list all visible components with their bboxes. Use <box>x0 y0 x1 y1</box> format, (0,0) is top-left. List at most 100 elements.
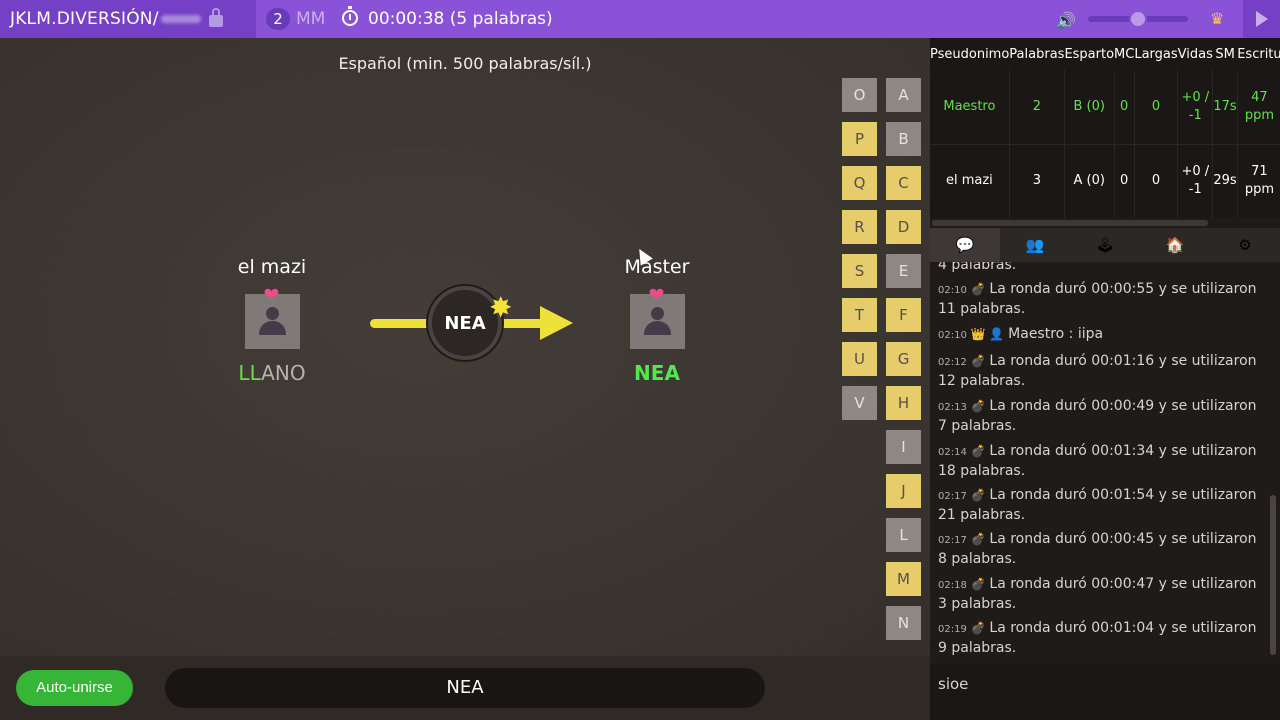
table-cell: 17s <box>1212 70 1238 144</box>
avatar: ❤ <box>629 285 685 349</box>
letter-tile-r: R <box>842 210 877 244</box>
bomb-icon: 💣 <box>966 621 990 635</box>
column-header[interactable]: SM <box>1213 38 1237 70</box>
player-name: el mazi <box>237 256 307 278</box>
player-word: LLANO <box>222 361 322 387</box>
letter-tile-q: Q <box>842 166 877 200</box>
bomb-icon: 💣 <box>966 532 990 546</box>
play-icon[interactable] <box>1243 0 1280 38</box>
turn-arrow-head <box>540 306 573 340</box>
volume-icon[interactable]: 🔊 <box>1056 11 1076 30</box>
player-name: Master <box>624 256 690 278</box>
avatar: ❤ <box>244 285 300 349</box>
chat-message-system: 02:14 💣 La ronda duró 00:01:34 y se util… <box>938 442 1268 480</box>
lock-icon <box>208 8 223 27</box>
player-count-badge: 2 <box>266 8 290 30</box>
scoreboard: Pseudonimo Palabras Esparto MC Largas Vidas SM… <box>930 38 1280 218</box>
column-header[interactable]: Escritu <box>1237 38 1280 70</box>
table-cell: el mazi <box>930 143 1010 218</box>
room-code: JKLM.DIVERSIÓN/ <box>10 9 159 29</box>
dictionary-label: Español (min. 500 palabras/síl.) <box>338 54 592 73</box>
message-time: 02:18 <box>938 580 967 591</box>
letter-tile-l: L <box>886 518 921 552</box>
letter-tile-g: G <box>886 342 921 376</box>
message-time: 02:10 <box>938 330 967 341</box>
sidebar-tabs: 💬 👥 🕹 🏠 ⚙ <box>930 228 1280 262</box>
letter-tile-v: V <box>842 386 877 420</box>
chat-message-system: 02:13 💣 La ronda duró 00:00:49 y se util… <box>938 397 1268 435</box>
column-header[interactable]: MC <box>1114 38 1134 70</box>
letter-tile-j: J <box>886 474 921 508</box>
bomb-icon: 💣 <box>966 577 990 591</box>
bomb-icon: 💣 <box>966 399 990 413</box>
letter-tile-u: U <box>842 342 877 376</box>
table-row: Maestro 2 B (0) 0 0 +0 / -1 17s 47 ppm <box>930 70 1280 144</box>
chat-log[interactable]: 4 palabras. 02:10 💣 La ronda duró 00:00:… <box>930 262 1280 664</box>
chat-message-partial: 4 palabras. <box>938 262 1017 273</box>
chat-message-user: 02:10 👑 👤 Maestro : iipa <box>938 325 1268 345</box>
chat-message-system: 02:12 💣 La ronda duró 00:01:16 y se util… <box>938 352 1268 390</box>
chat-scrollbar[interactable] <box>1270 495 1276 655</box>
table-cell: +0 / -1 <box>1177 143 1214 218</box>
table-cell: 0 <box>1114 70 1135 144</box>
table-cell: 2 <box>1009 70 1065 144</box>
game-mode: MM <box>296 9 326 29</box>
message-time: 02:17 <box>938 491 967 502</box>
volume-slider-handle[interactable] <box>1129 10 1147 28</box>
chat-tab-icon[interactable]: 💬 <box>930 228 1000 262</box>
chat-message-system: 02:10 💣 La ronda duró 00:00:55 y se util… <box>938 280 1268 318</box>
message-time: 02:10 <box>938 285 967 296</box>
table-cell: 3 <box>1009 143 1065 218</box>
room-tab-icon[interactable]: 🏠 <box>1140 228 1210 262</box>
message-time: 02:12 <box>938 357 967 368</box>
message-text: Maestro : iipa <box>1008 326 1104 342</box>
table-cell: 29s <box>1212 143 1238 218</box>
word-input[interactable]: NEA <box>165 668 765 708</box>
column-header[interactable]: Largas <box>1134 38 1177 70</box>
column-header[interactable]: Palabras <box>1009 38 1064 70</box>
table-cell: 0 <box>1134 70 1179 144</box>
table-cell: 0 <box>1114 143 1135 218</box>
settings-tab-icon[interactable]: ⚙ <box>1210 228 1280 262</box>
letter-tile-t: T <box>842 298 877 332</box>
letter-tile-o: O <box>842 78 877 112</box>
column-header[interactable]: Esparto <box>1064 38 1114 70</box>
bomb-icon: 💣 <box>966 282 990 296</box>
table-cell: 71 ppm <box>1237 143 1280 218</box>
spark-icon: ✸ <box>489 291 513 324</box>
players-tab-icon[interactable]: 👥 <box>1000 228 1070 262</box>
crown-icon[interactable]: ♛ <box>1210 9 1224 28</box>
top-bar: JKLM.DIVERSIÓN/ 2 MM 00:00:38 (5 palabra… <box>0 0 1280 38</box>
letter-tile-m: M <box>886 562 921 596</box>
letter-tile-f: F <box>886 298 921 332</box>
word-remaining-part: ANO <box>261 361 306 385</box>
letter-tile-i: I <box>886 430 921 464</box>
letter-tile-c: C <box>886 166 921 200</box>
message-time: 02:17 <box>938 535 967 546</box>
letter-tile-p: P <box>842 122 877 156</box>
room-info[interactable]: JKLM.DIVERSIÓN/ <box>0 0 256 38</box>
heart-icon: ❤ <box>648 284 665 306</box>
bomb-icon: 💣 <box>966 354 990 368</box>
table-cell: 47 ppm <box>1237 70 1280 144</box>
timer-icon <box>342 6 358 26</box>
chat-message-system: 02:18 💣 La ronda duró 00:00:47 y se util… <box>938 575 1268 613</box>
letter-tile-s: S <box>842 254 877 288</box>
table-cell: Maestro <box>930 70 1010 144</box>
heart-icon: ❤ <box>263 284 280 306</box>
table-cell: A (0) <box>1064 143 1115 218</box>
bomb-icon: 💣 <box>966 444 990 458</box>
column-header[interactable]: Pseudonimo <box>930 38 1009 70</box>
table-row: el mazi 3 A (0) 0 0 +0 / -1 29s 71 ppm <box>930 143 1280 218</box>
scoreboard-scrollbar[interactable] <box>932 220 1208 226</box>
letter-tile-e: E <box>886 254 921 288</box>
chat-message-system: 02:19 💣 La ronda duró 00:01:04 y se util… <box>938 619 1268 657</box>
message-time: 02:13 <box>938 402 967 413</box>
game-tab-icon[interactable]: 🕹 <box>1070 228 1140 262</box>
column-header[interactable]: Vidas <box>1178 38 1213 70</box>
letter-tile-n: N <box>886 606 921 640</box>
room-code-hidden <box>160 15 201 23</box>
letter-tile-a: A <box>886 78 921 112</box>
chat-input[interactable]: sioe <box>930 664 1280 720</box>
auto-join-button[interactable]: Auto-unirse <box>16 670 133 706</box>
